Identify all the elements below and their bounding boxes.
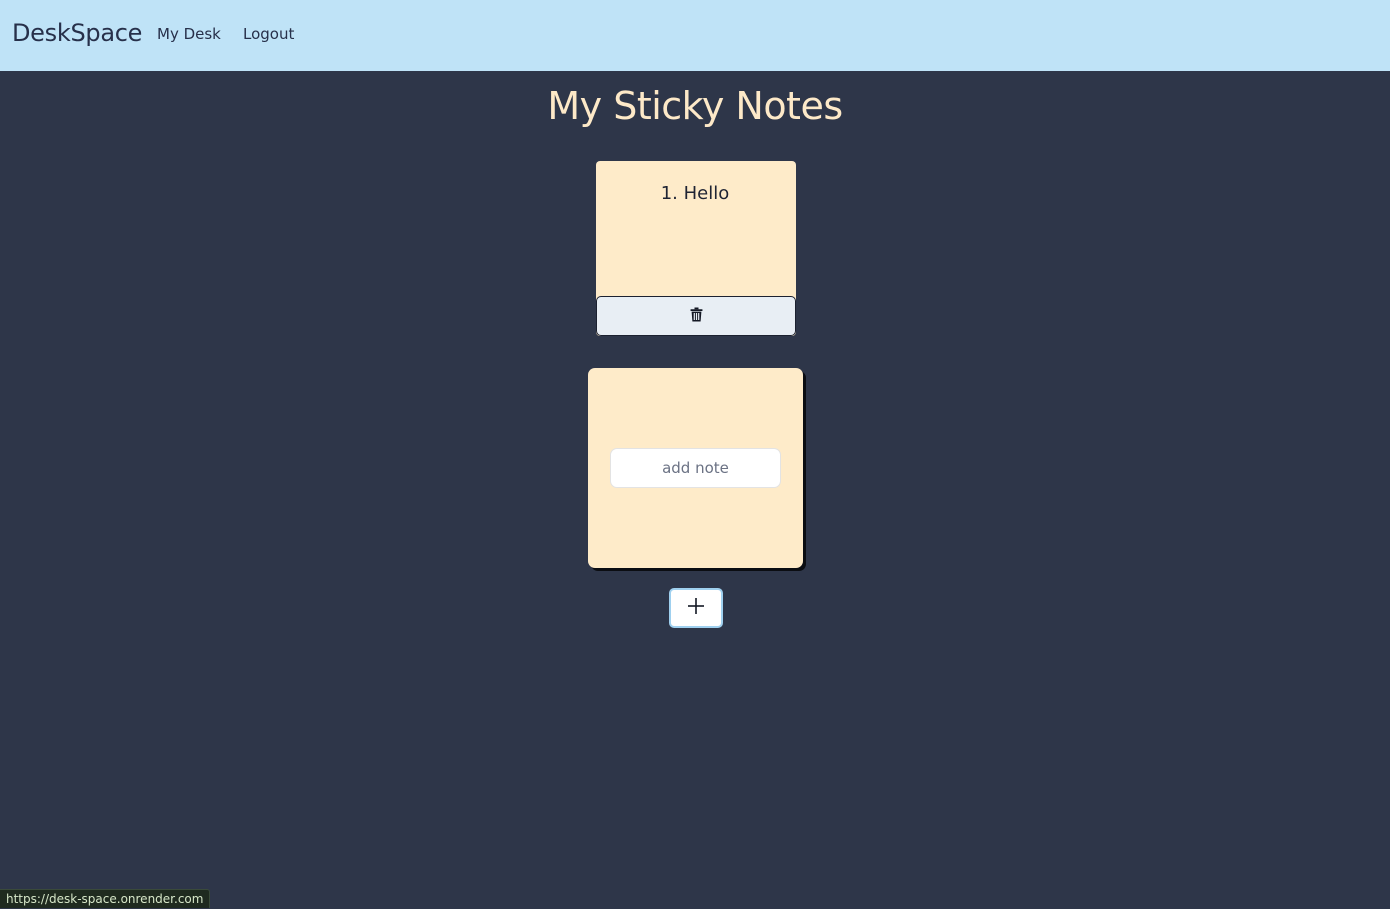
status-bar-url: https://desk-space.onrender.com xyxy=(0,889,211,908)
add-note-input[interactable] xyxy=(610,448,781,488)
brand-link[interactable]: DeskSpace xyxy=(12,21,142,45)
nav-link-my-desk[interactable]: My Desk xyxy=(157,27,221,42)
navbar: DeskSpace My Desk Logout xyxy=(0,0,1390,71)
sticky-note-text: 1. Hello xyxy=(660,183,730,204)
delete-note-button[interactable] xyxy=(596,296,796,336)
page-title: My Sticky Notes xyxy=(547,84,843,128)
plus-icon xyxy=(687,597,705,619)
trash-icon xyxy=(690,307,703,326)
add-note-button[interactable] xyxy=(669,588,723,628)
nav-link-logout[interactable]: Logout xyxy=(243,27,294,42)
